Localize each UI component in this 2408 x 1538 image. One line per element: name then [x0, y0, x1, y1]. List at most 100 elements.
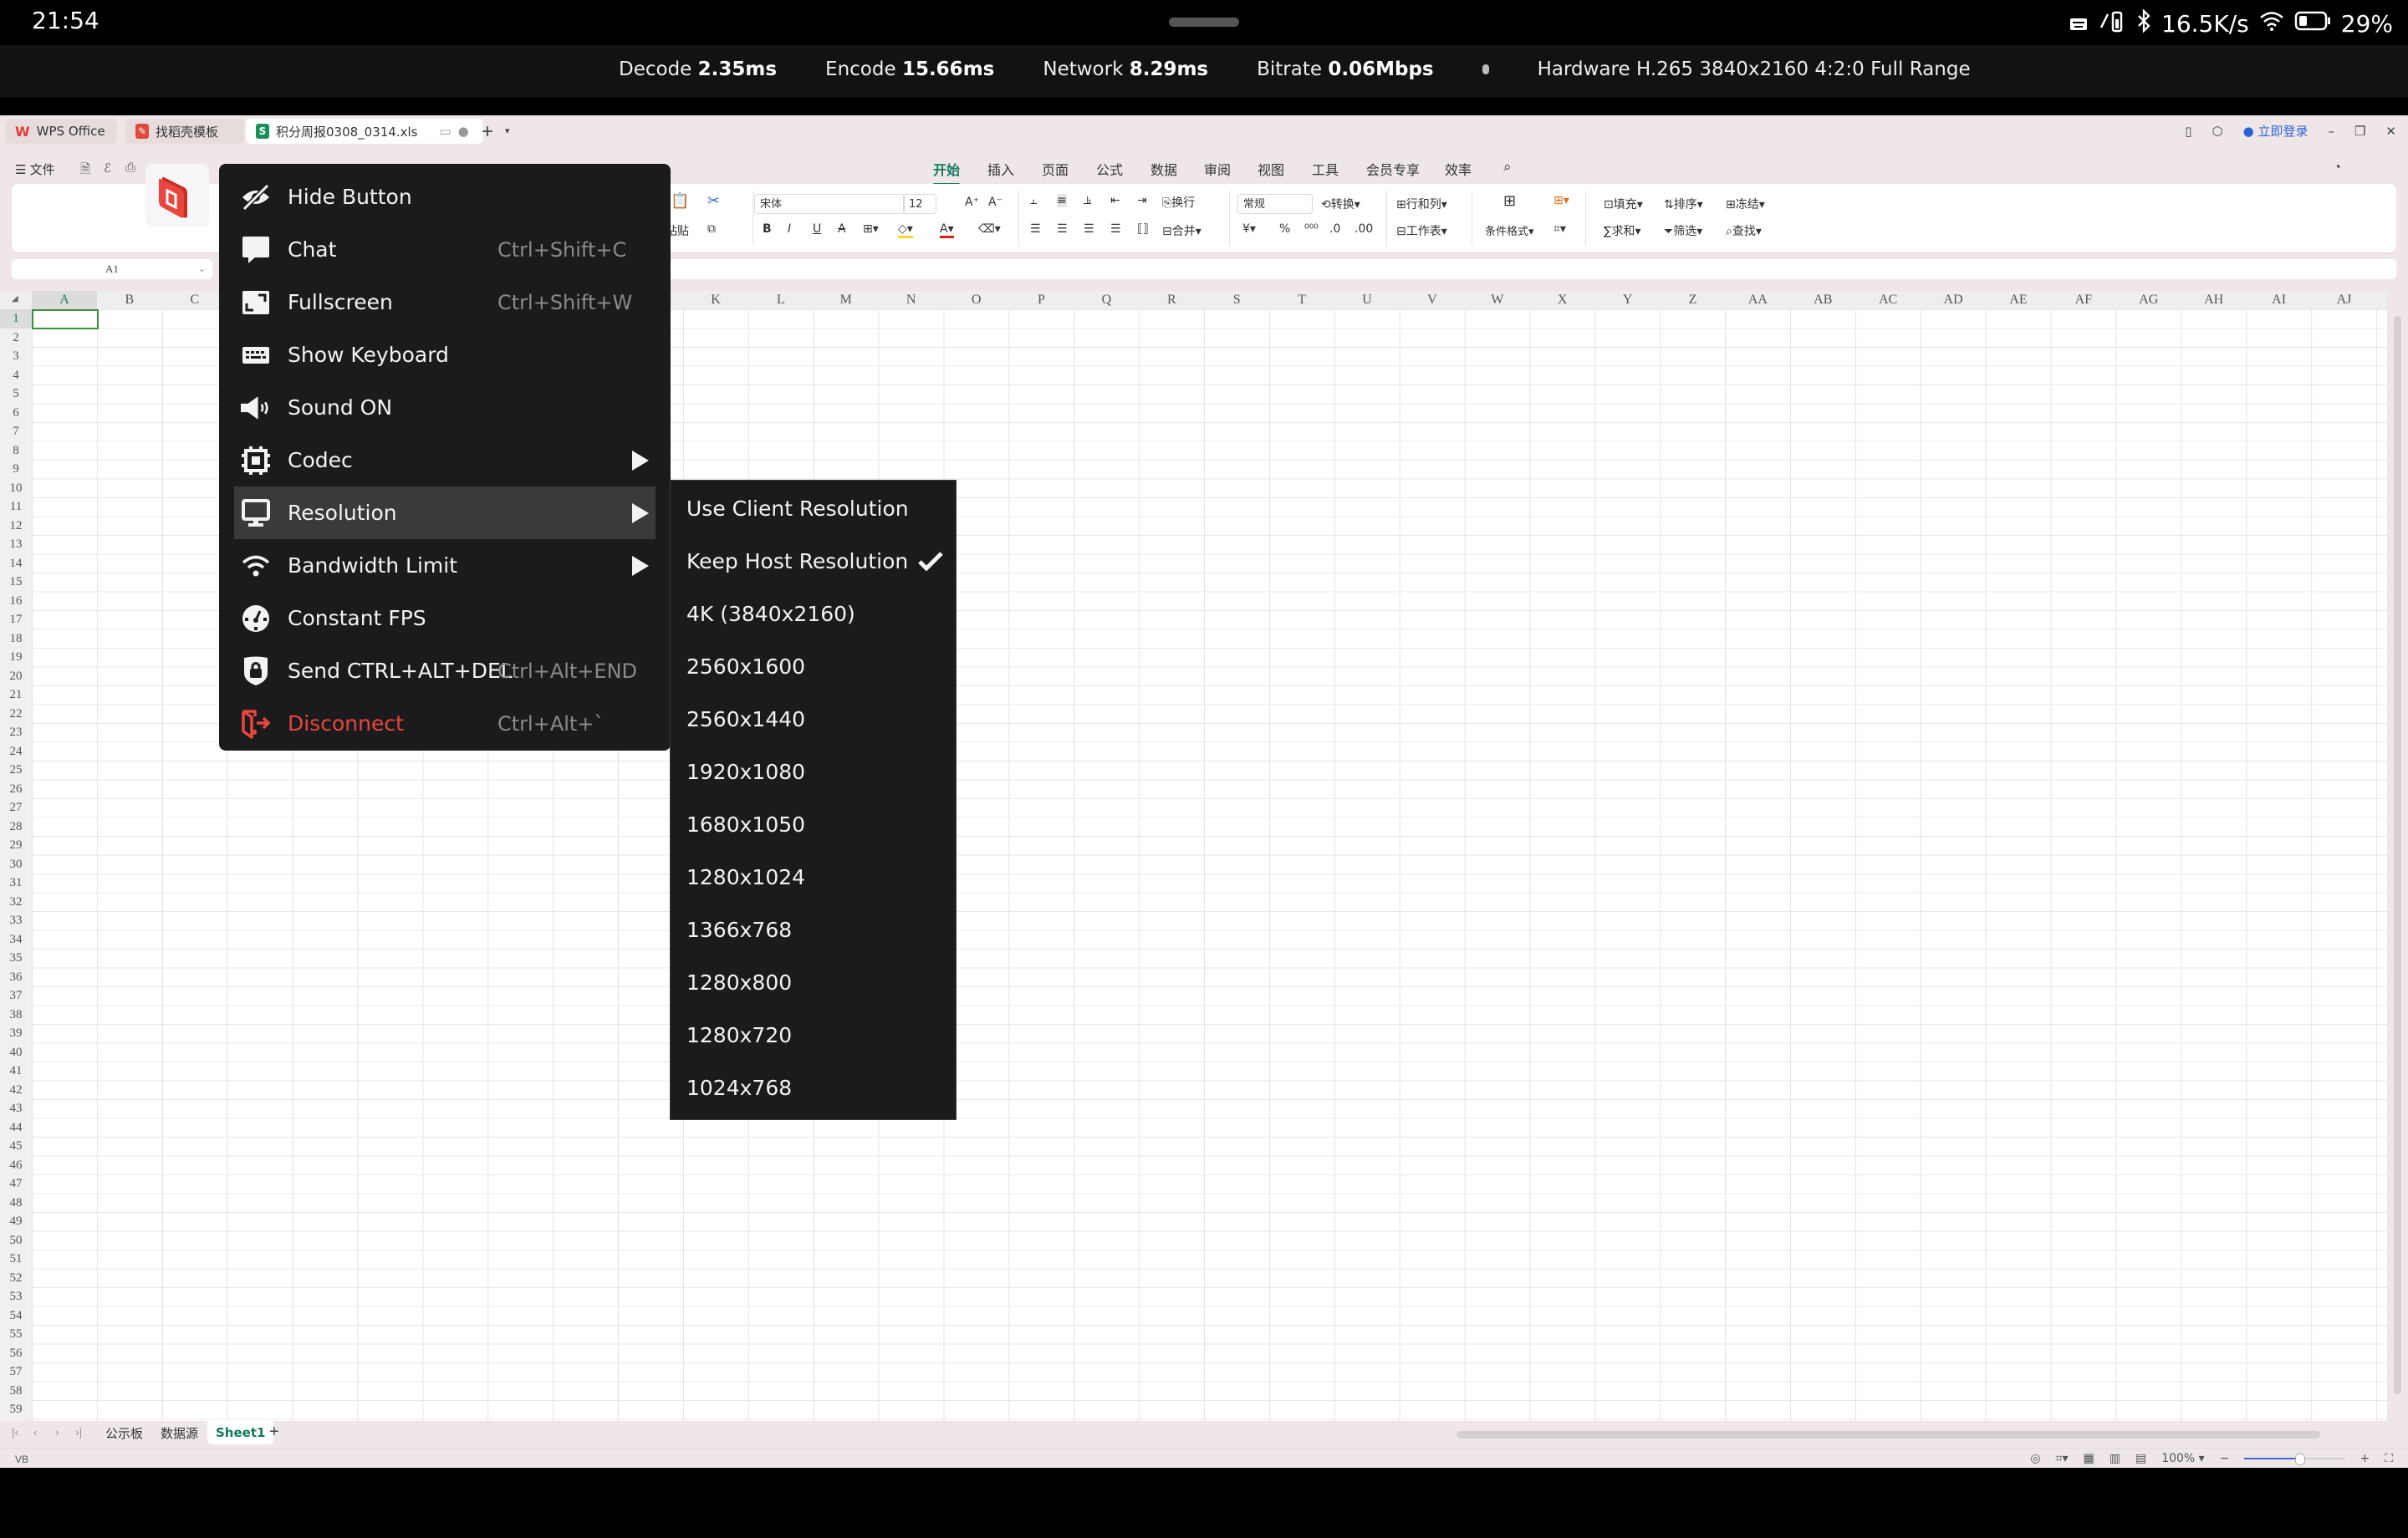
column-header[interactable]: S [1204, 293, 1269, 308]
menu-item-disconnect[interactable]: Disconnect Ctrl+Alt+` [234, 697, 656, 750]
row-header[interactable]: 58 [0, 1382, 32, 1401]
zoom-in-icon[interactable]: + [2360, 1452, 2370, 1465]
login-button[interactable]: ● 立即登录 [2243, 122, 2309, 140]
column-header[interactable]: P [1009, 293, 1074, 308]
row-header[interactable]: 2 [0, 328, 32, 348]
clear-format-icon[interactable]: ⌫▾ [978, 222, 1001, 236]
wrap-text-button[interactable]: ⎘换行 [1162, 194, 1195, 211]
row-header[interactable]: 18 [0, 629, 32, 649]
row-header[interactable]: 25 [0, 761, 32, 780]
share-link-icon[interactable]: ℰ [104, 160, 111, 176]
italic-button[interactable]: I [788, 222, 791, 236]
align-top-icon[interactable]: ⫠ [1030, 194, 1037, 207]
row-header[interactable]: 53 [0, 1287, 32, 1306]
row-header[interactable]: 31 [0, 873, 32, 893]
column-header[interactable]: AB [1790, 293, 1855, 308]
resolution-option[interactable]: Keep Host Resolution [671, 535, 956, 588]
tab-docer-templates[interactable]: ✎ 找稻壳模板 [125, 119, 244, 144]
row-header[interactable]: 24 [0, 742, 32, 761]
increase-font-icon[interactable]: A⁺ [965, 196, 979, 209]
row-header[interactable]: 59 [0, 1400, 32, 1419]
paste-icon[interactable]: 📋 [671, 192, 689, 210]
resolution-option[interactable]: 4K (3840x2160) [671, 588, 956, 640]
cut-icon[interactable]: ✂ [707, 192, 720, 210]
sheet-tab-notice-board[interactable]: 公示板 [105, 1424, 143, 1442]
select-all-corner[interactable]: ◢ [12, 294, 18, 303]
row-header[interactable]: 21 [0, 685, 32, 705]
row-header[interactable]: 17 [0, 610, 32, 629]
thousands-icon[interactable]: ⁰⁰⁰ [1304, 222, 1319, 236]
column-header[interactable]: AE [1986, 293, 2051, 308]
column-header[interactable]: Q [1074, 293, 1139, 308]
row-header[interactable]: 56 [0, 1344, 32, 1363]
ribbon-tab-view[interactable]: 视图 [1258, 159, 1284, 179]
resolution-option[interactable]: 1280x800 [671, 956, 956, 1009]
resolution-option[interactable]: 1366x768 [671, 904, 956, 956]
column-header[interactable]: AJ [2312, 293, 2377, 308]
resolution-option[interactable]: 1680x1050 [671, 798, 956, 851]
column-header[interactable]: B [97, 293, 162, 308]
row-header[interactable]: 49 [0, 1212, 32, 1231]
ribbon-tab-start[interactable]: 开始 [933, 159, 961, 186]
close-button[interactable]: ✕ [2385, 124, 2396, 139]
row-header[interactable]: 4 [0, 366, 32, 385]
align-left-icon[interactable]: ☰ [1030, 222, 1041, 236]
row-header[interactable]: 51 [0, 1250, 32, 1269]
ribbon-tab-insert[interactable]: 插入 [987, 159, 1014, 179]
row-header[interactable]: 14 [0, 554, 32, 573]
column-header[interactable]: M [814, 293, 879, 308]
layout-options-icon[interactable]: ⌗▾ [2056, 1452, 2069, 1465]
row-header[interactable]: 8 [0, 441, 32, 461]
number-format-select[interactable]: 常规 [1237, 194, 1313, 214]
column-header[interactable]: V [1400, 293, 1465, 308]
menu-item-hide-button[interactable]: Hide Button [234, 171, 656, 223]
save-icon[interactable]: 🗎 [80, 160, 90, 181]
filter-button[interactable]: ⏷筛选▾ [1664, 222, 1702, 239]
row-header[interactable]: 36 [0, 968, 32, 987]
row-header[interactable]: 13 [0, 535, 32, 554]
row-header[interactable]: 48 [0, 1194, 32, 1213]
outdent-icon[interactable]: ⇤ [1110, 194, 1120, 207]
cell-style-icon[interactable]: ⊞▾ [1553, 194, 1569, 207]
macro-icon[interactable]: VB [15, 1454, 28, 1465]
distribute-icon[interactable]: ⟦⟧ [1137, 222, 1149, 236]
copy-icon[interactable]: ⧉ [707, 222, 716, 236]
align-center-icon[interactable]: ☰ [1057, 222, 1068, 236]
column-header[interactable]: AG [2116, 293, 2181, 308]
vertical-scroll-thumb[interactable] [2394, 316, 2401, 1394]
bold-button[interactable]: B [763, 222, 772, 236]
resolution-option[interactable]: 1024x768 [671, 1062, 956, 1114]
zoom-level[interactable]: 100% ▾ [2161, 1452, 2205, 1465]
resolution-option[interactable]: 2560x1600 [671, 640, 956, 693]
minimize-button[interactable]: – [2328, 124, 2334, 139]
row-header[interactable]: 44 [0, 1118, 32, 1138]
row-header[interactable]: 7 [0, 422, 32, 441]
align-bottom-icon[interactable]: ⫡ [1084, 194, 1091, 207]
row-header[interactable]: 45 [0, 1137, 32, 1156]
row-header[interactable]: 27 [0, 798, 32, 817]
row-header[interactable]: 46 [0, 1156, 32, 1175]
cube-icon[interactable]: ⬡ [2212, 124, 2222, 139]
menu-item-resolution[interactable]: Resolution [234, 486, 656, 539]
row-header[interactable]: 6 [0, 404, 32, 423]
column-header[interactable]: Y [1595, 293, 1661, 308]
horizontal-scroll-thumb[interactable] [1457, 1431, 2320, 1439]
column-header[interactable]: AA [1725, 293, 1790, 308]
resolution-option[interactable]: Use Client Resolution [671, 482, 956, 535]
column-header[interactable]: AH [2181, 293, 2247, 308]
menu-item-bandwidth-limit[interactable]: Bandwidth Limit [234, 539, 656, 592]
menu-item-send-ctrl-alt-del[interactable]: Send CTRL+ALT+DEL Ctrl+Alt+END [234, 644, 656, 697]
row-header[interactable]: 26 [0, 780, 32, 799]
currency-button[interactable]: ¥▾ [1242, 222, 1256, 236]
sort-button[interactable]: ⇅排序▾ [1664, 196, 1703, 212]
font-name-select[interactable]: 宋体 [754, 194, 905, 214]
underline-button[interactable]: U [813, 222, 821, 236]
font-size-select[interactable]: 12 [903, 194, 936, 214]
ribbon-tab-formula[interactable]: 公式 [1096, 159, 1123, 179]
eye-protection-icon[interactable]: ◎ [2030, 1452, 2040, 1465]
increase-decimal-icon[interactable]: .0 [1329, 222, 1340, 236]
row-header[interactable]: 16 [0, 592, 32, 611]
row-header[interactable]: 38 [0, 1006, 32, 1025]
floating-app-button[interactable] [145, 164, 209, 227]
row-header[interactable]: 9 [0, 460, 32, 479]
